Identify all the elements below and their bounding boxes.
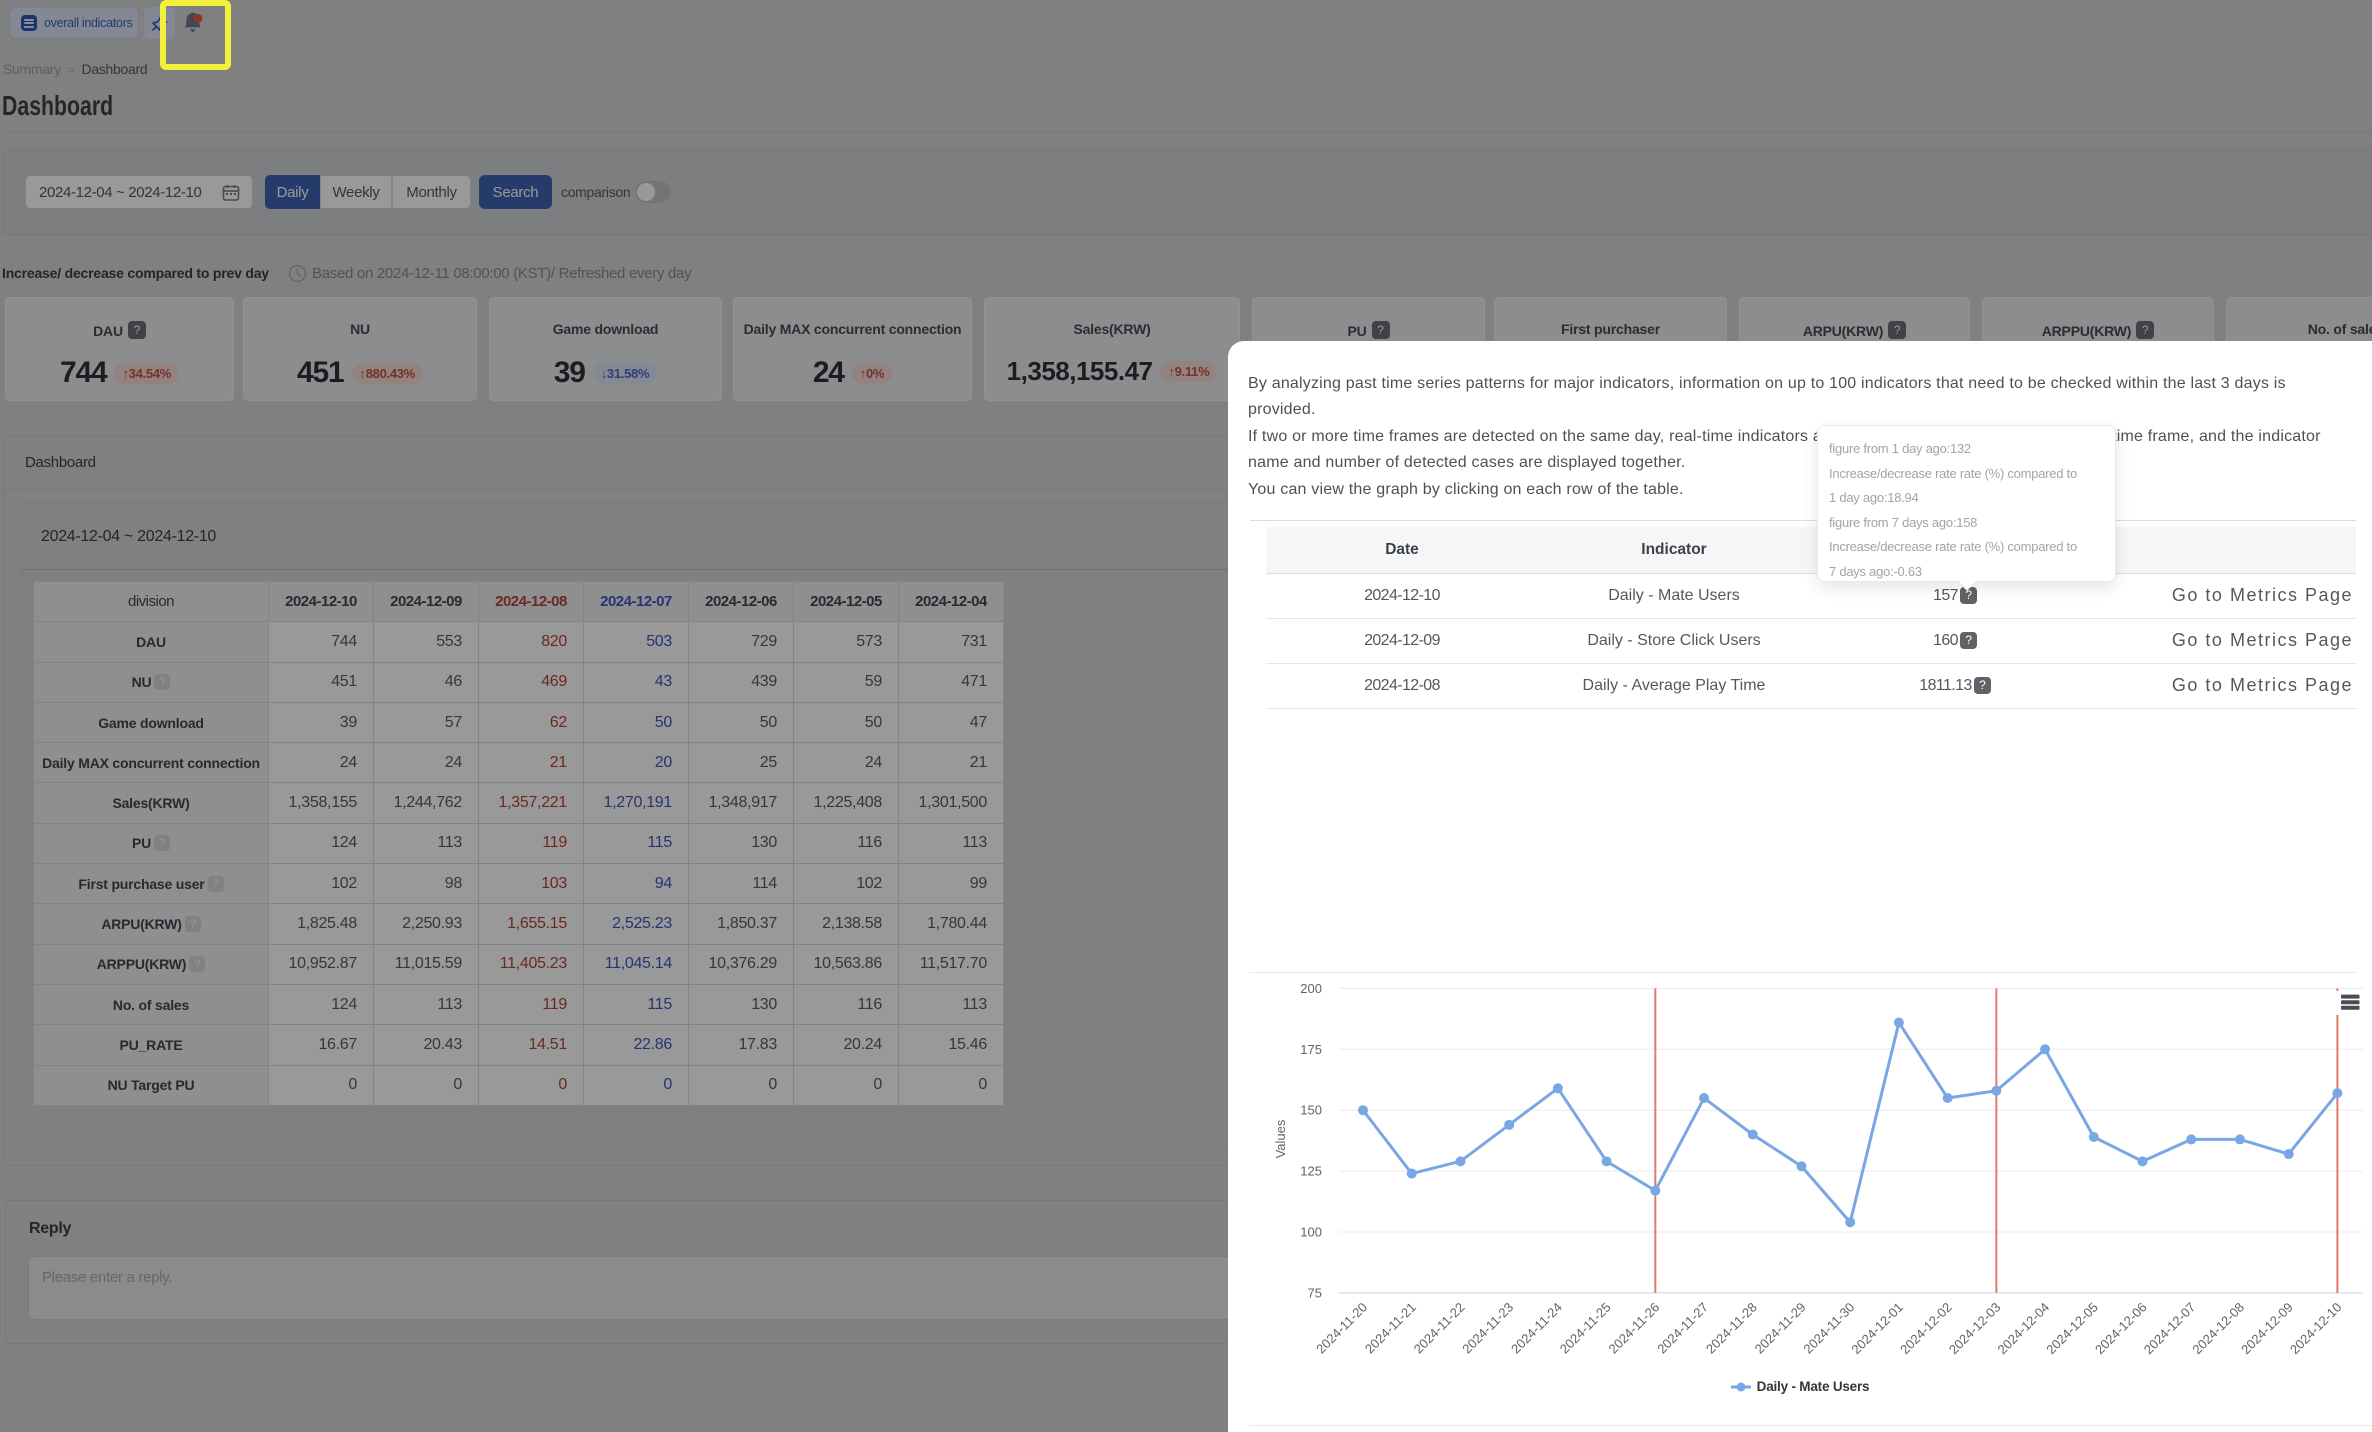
svg-text:2024-11-28: 2024-11-28 xyxy=(1703,1300,1760,1357)
svg-text:2024-12-06: 2024-12-06 xyxy=(2092,1300,2150,1358)
svg-text:2024-12-01: 2024-12-01 xyxy=(1848,1300,1906,1358)
svg-text:2024-12-07: 2024-12-07 xyxy=(2141,1300,2199,1358)
svg-text:2024-12-09: 2024-12-09 xyxy=(2238,1300,2296,1358)
svg-text:2024-11-25: 2024-11-25 xyxy=(1557,1300,1614,1357)
svg-text:2024-12-02: 2024-12-02 xyxy=(1897,1300,1955,1358)
svg-text:2024-12-08: 2024-12-08 xyxy=(2189,1300,2247,1358)
svg-text:75: 75 xyxy=(1308,1285,1322,1300)
svg-text:2024-11-27: 2024-11-27 xyxy=(1654,1300,1711,1357)
svg-text:100: 100 xyxy=(1300,1225,1322,1240)
svg-text:2024-11-24: 2024-11-24 xyxy=(1508,1300,1565,1357)
svg-text:2024-11-26: 2024-11-26 xyxy=(1605,1300,1662,1357)
svg-text:2024-12-10: 2024-12-10 xyxy=(2287,1300,2345,1358)
svg-text:150: 150 xyxy=(1300,1103,1322,1118)
svg-text:2024-12-05: 2024-12-05 xyxy=(2043,1300,2101,1358)
svg-text:2024-11-23: 2024-11-23 xyxy=(1459,1300,1516,1357)
svg-text:200: 200 xyxy=(1300,981,1322,996)
svg-text:2024-11-20: 2024-11-20 xyxy=(1313,1300,1370,1357)
svg-text:Values: Values xyxy=(1273,1119,1288,1158)
svg-text:175: 175 xyxy=(1300,1042,1322,1057)
svg-text:2024-11-29: 2024-11-29 xyxy=(1752,1300,1809,1357)
svg-text:2024-11-21: 2024-11-21 xyxy=(1362,1300,1419,1357)
svg-text:125: 125 xyxy=(1300,1164,1322,1179)
svg-text:2024-11-22: 2024-11-22 xyxy=(1411,1300,1468,1357)
svg-text:2024-12-03: 2024-12-03 xyxy=(1946,1300,2004,1358)
svg-text:2024-12-04: 2024-12-04 xyxy=(1995,1300,2053,1358)
